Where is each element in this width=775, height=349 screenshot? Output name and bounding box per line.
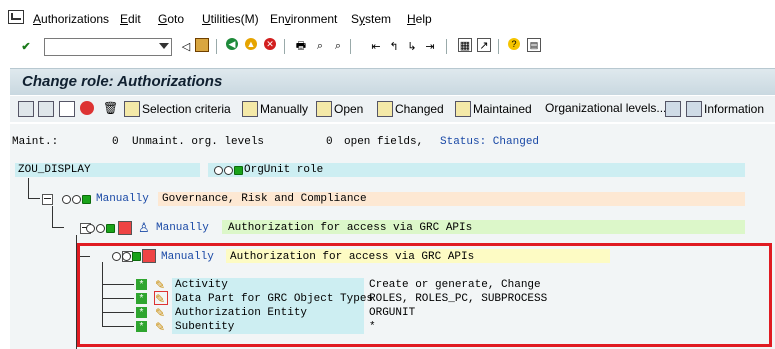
maintained-icon — [455, 101, 471, 117]
toolbar-separator — [284, 39, 285, 54]
collapse-all-icon — [38, 101, 54, 117]
information-icon — [686, 101, 702, 117]
l2-type[interactable]: Manually — [156, 222, 209, 234]
changed-button[interactable]: Changed — [377, 101, 444, 117]
tree-line — [28, 198, 40, 199]
find-icon[interactable]: ⌕ — [312, 38, 328, 54]
expand-all-button[interactable] — [18, 101, 34, 117]
menu-goto[interactable]: Goto — [158, 12, 184, 26]
menu-help[interactable]: Help — [407, 12, 432, 26]
help-icon[interactable]: ? — [508, 38, 520, 50]
application-toolbar: 🗑 Selection criteria Manually Open Chang… — [10, 96, 775, 122]
last-page-icon[interactable]: ⇥ — [422, 38, 438, 54]
object-class-icon — [118, 221, 132, 235]
delete-button[interactable]: 🗑 — [103, 101, 118, 115]
manually-label: Manually — [260, 102, 309, 116]
changed-icon — [377, 101, 393, 117]
status-lights-icon — [86, 224, 115, 233]
chevron-down-icon[interactable] — [159, 43, 169, 49]
menu-system[interactable]: System — [351, 12, 391, 26]
information-label: Information — [704, 102, 765, 116]
save-icon[interactable] — [195, 38, 209, 52]
manually-button[interactable]: Manually — [242, 101, 308, 117]
root-desc: OrgUnit role — [244, 164, 324, 176]
manually-icon — [242, 101, 258, 117]
selection-criteria-button[interactable]: Selection criteria — [124, 101, 231, 117]
menu-edit[interactable]: Edit — [120, 12, 141, 26]
trash-icon: 🗑 — [103, 101, 119, 115]
title-bar: Change role: Authorizations — [10, 68, 775, 95]
next-page-icon[interactable]: ↳ — [404, 38, 420, 54]
system-menu-icon[interactable] — [8, 10, 24, 24]
layout-settings-icon[interactable]: ▤ — [527, 38, 541, 52]
selection-criteria-icon — [124, 101, 140, 117]
toolbar-separator — [498, 39, 499, 54]
table-icon — [665, 101, 681, 117]
open-fields-label: open fields, — [344, 136, 424, 148]
open-button[interactable]: Open — [316, 101, 363, 117]
tree-line — [52, 206, 53, 227]
new-session-icon[interactable]: ▦ — [458, 38, 472, 52]
status-lights-icon — [62, 195, 91, 204]
back-arrow-icon[interactable]: ◁ — [178, 38, 194, 54]
selection-criteria-label: Selection criteria — [142, 102, 231, 116]
toolbar-separator — [216, 39, 217, 54]
maintained-label: Maintained — [473, 102, 532, 116]
expand-all-icon — [18, 101, 34, 117]
back-green-icon[interactable]: ◀ — [226, 38, 238, 50]
first-page-icon[interactable]: ⇤ — [368, 38, 384, 54]
user-icon: ♙ — [138, 220, 150, 235]
menu-bar: Authorizations Edit Goto Utilities(M) En… — [0, 0, 775, 34]
status-button[interactable] — [80, 101, 94, 115]
shortcut-icon[interactable]: ↗ — [477, 38, 491, 52]
table-button[interactable] — [665, 101, 681, 117]
status-lights-icon — [214, 166, 243, 175]
page-title: Change role: Authorizations — [22, 73, 223, 90]
maintained-button[interactable]: Maintained — [455, 101, 532, 117]
cancel-red-icon[interactable]: ✕ — [264, 38, 276, 50]
changed-label: Changed — [395, 102, 444, 116]
unmaint-label: Unmaint. org. levels — [132, 136, 265, 148]
maint-value: 0 — [112, 136, 119, 148]
l1-desc: Governance, Risk and Compliance — [162, 193, 367, 205]
open-fields-value: 0 — [326, 136, 333, 148]
root-name[interactable]: ZOU_DISPLAY — [18, 164, 91, 176]
toolbar-separator — [350, 39, 351, 54]
highlight-box — [77, 243, 772, 347]
status-icon — [80, 101, 94, 115]
status-text: Status: Changed — [440, 136, 540, 148]
l2-desc: Authorization for access via GRC APIs — [228, 222, 473, 234]
hierarchy-icon — [59, 101, 75, 117]
l1-type[interactable]: Manually — [96, 193, 149, 205]
toolbar-separator — [446, 39, 447, 54]
menu-environment[interactable]: Environment — [270, 12, 337, 26]
menu-authorizations[interactable]: Authorizations — [33, 12, 109, 26]
print-icon[interactable]: 🖶 — [293, 38, 309, 54]
tree-line — [28, 178, 29, 198]
enter-checkmark-icon[interactable]: ✔ — [18, 38, 34, 54]
org-levels-label: Organizational levels... — [545, 101, 667, 115]
open-label: Open — [334, 102, 364, 116]
open-icon — [316, 101, 332, 117]
collapse-icon[interactable] — [42, 194, 53, 205]
previous-page-icon[interactable]: ↰ — [386, 38, 402, 54]
org-levels-button[interactable]: Organizational levels... — [545, 101, 666, 115]
maint-label: Maint.: — [12, 136, 59, 148]
collapse-all-button[interactable] — [38, 101, 54, 117]
exit-yellow-icon[interactable]: ▲ — [245, 38, 257, 50]
information-button[interactable]: Information — [686, 101, 764, 117]
menu-utilities[interactable]: Utilities(M) — [202, 12, 259, 26]
command-field[interactable] — [44, 38, 172, 56]
tree-line — [52, 227, 64, 228]
find-next-icon[interactable]: ⌕ — [330, 38, 346, 54]
hierarchy-button[interactable] — [59, 101, 75, 117]
standard-toolbar: ✔ ◁ ◀ ▲ ✕ 🖶 ⌕ ⌕ ⇤ ↰ ↳ ⇥ ▦ ↗ ? ▤ — [0, 34, 775, 60]
